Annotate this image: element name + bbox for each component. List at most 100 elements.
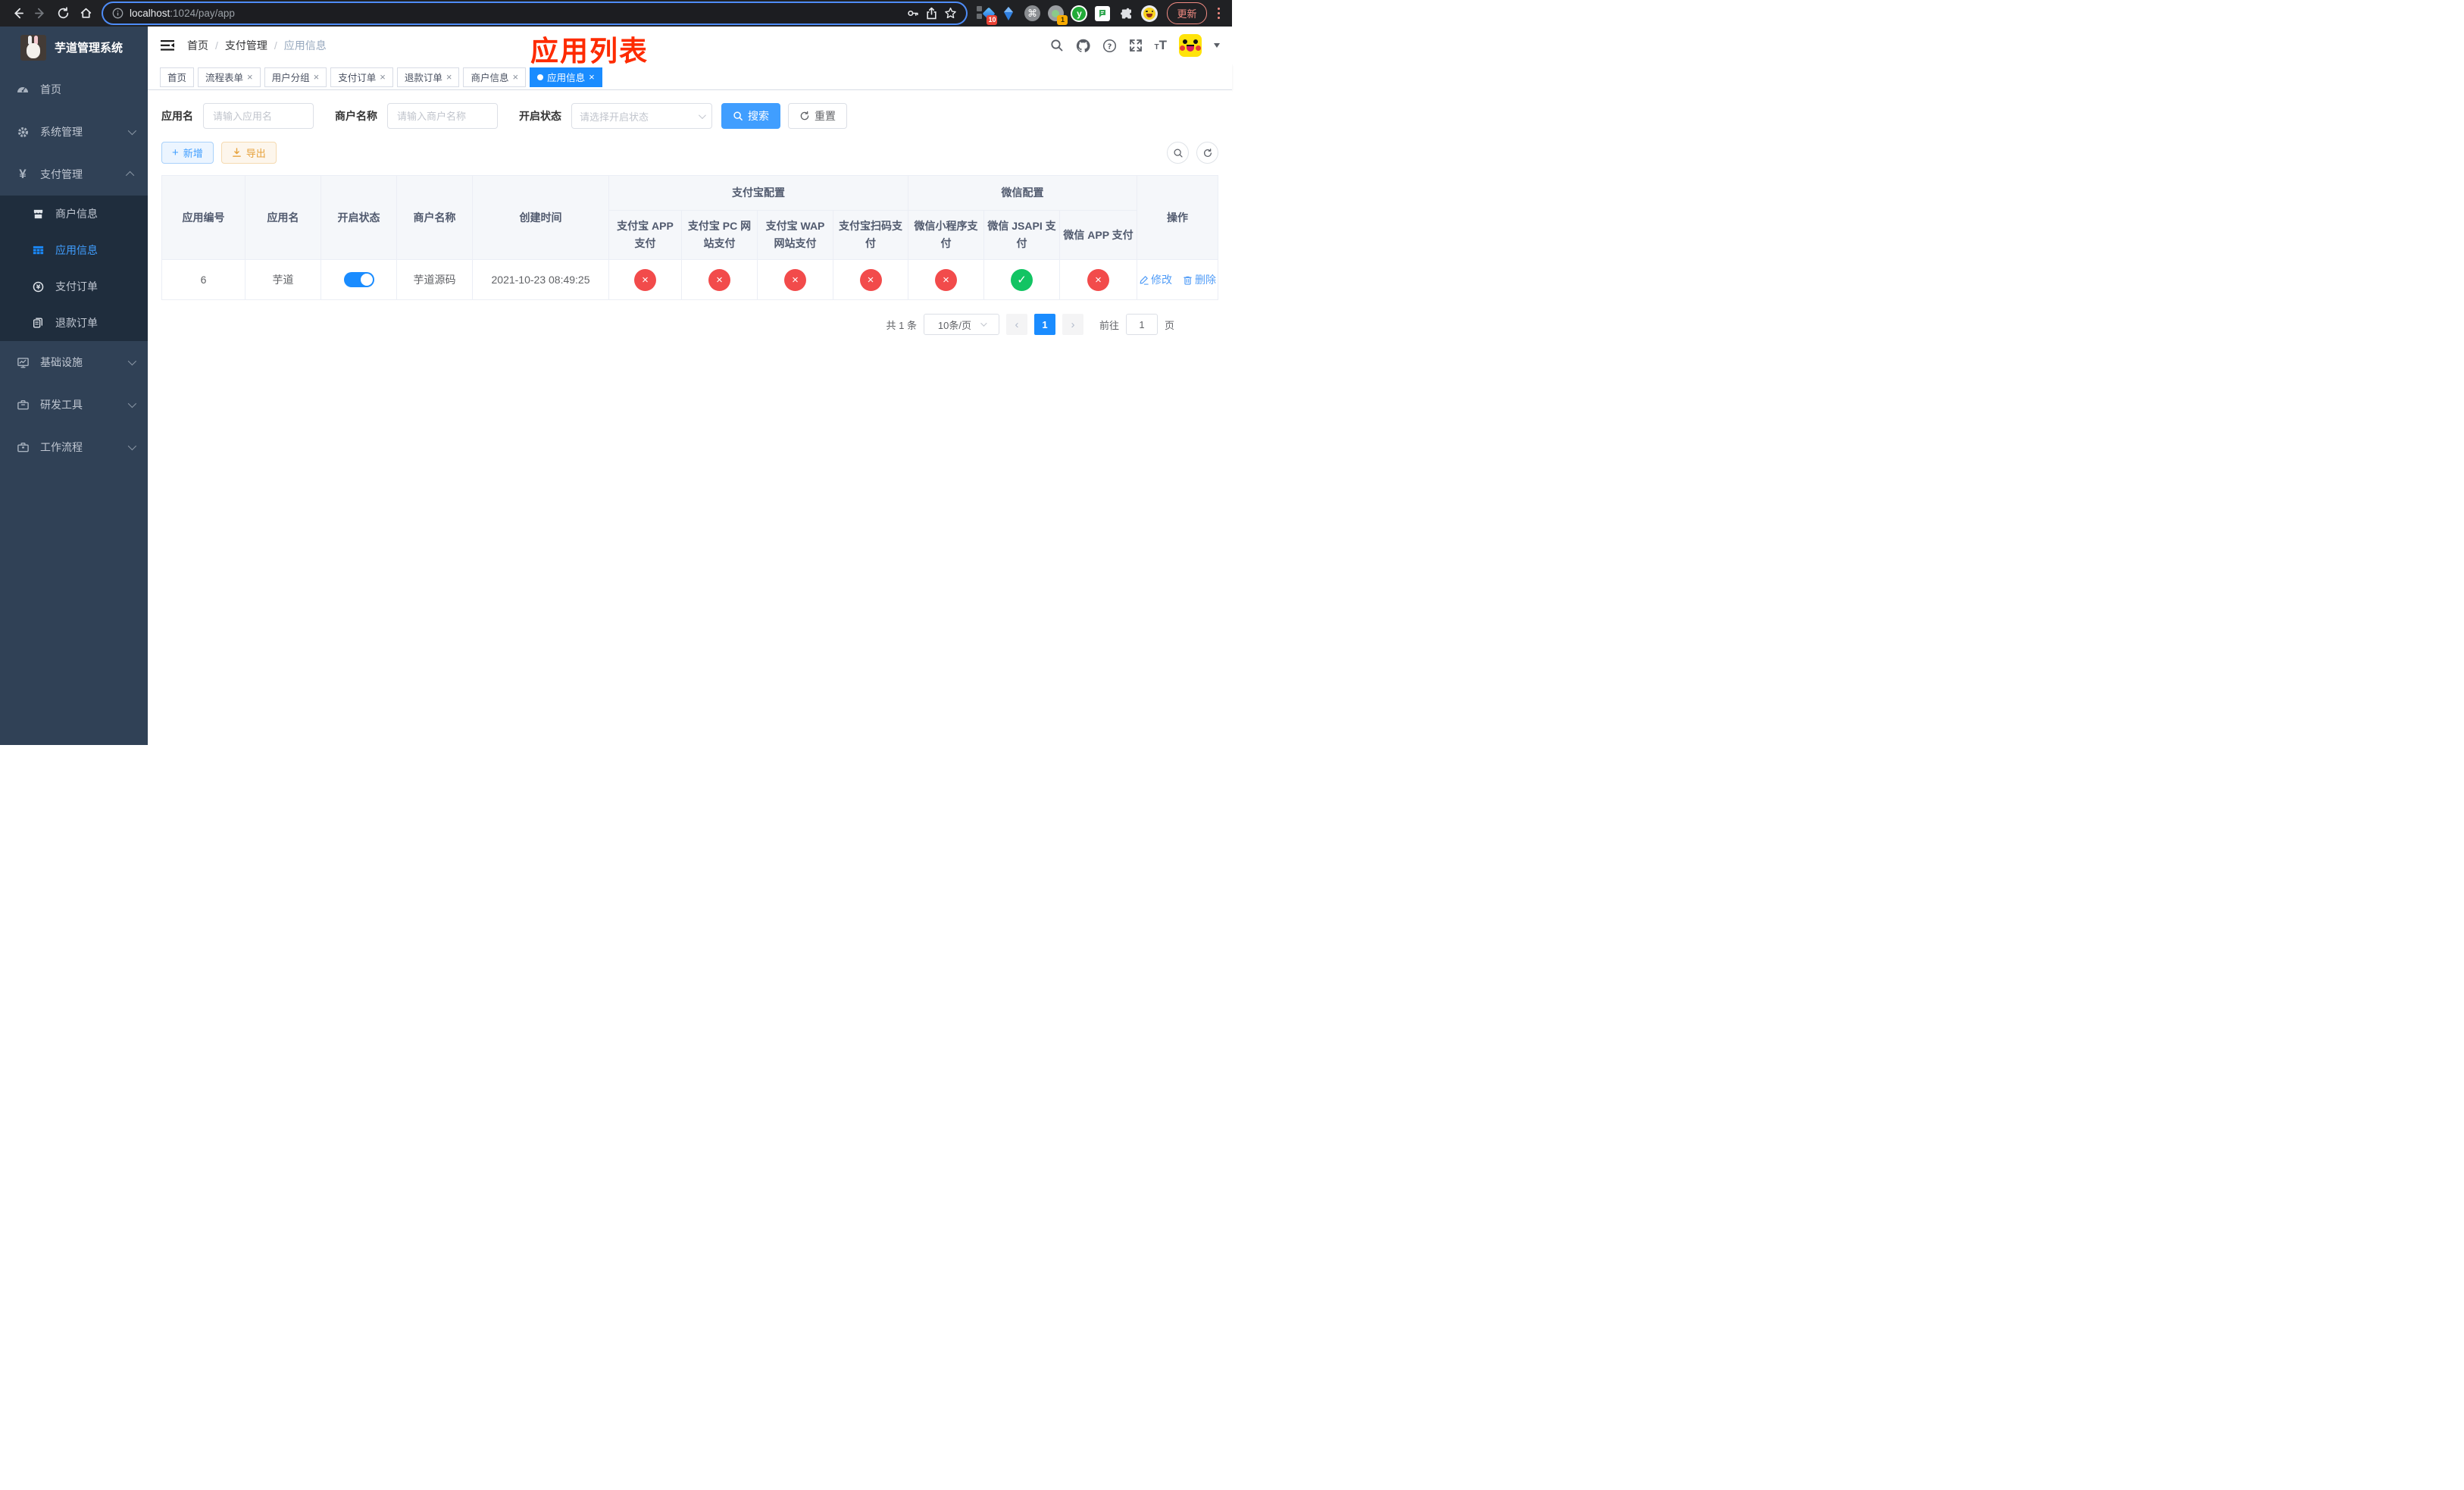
status-select[interactable]: 请选择开启状态: [571, 103, 712, 129]
breadcrumb-current: 应用信息: [283, 39, 327, 52]
browser-menu-icon[interactable]: [1212, 5, 1227, 23]
refresh-table-button[interactable]: [1196, 142, 1218, 164]
user-avatar[interactable]: [1179, 34, 1202, 57]
sidebar-item-refund-orders[interactable]: 退款订单: [0, 305, 148, 341]
password-key-icon[interactable]: [906, 7, 919, 20]
show-search-toggle-button[interactable]: [1167, 142, 1189, 164]
close-icon[interactable]: ×: [247, 72, 253, 82]
close-icon[interactable]: ×: [380, 72, 386, 82]
col-alipay-app: 支付宝 APP 支付: [608, 209, 682, 261]
bookmark-star-icon[interactable]: [944, 7, 957, 20]
sidebar-collapse-icon[interactable]: [160, 39, 175, 52]
sidebar-item-app-info[interactable]: 应用信息: [0, 232, 148, 268]
chevron-down-icon: [127, 356, 137, 366]
add-button[interactable]: + 新增: [161, 142, 214, 164]
extension-notes-icon[interactable]: [1094, 5, 1111, 22]
page-unit-label: 页: [1164, 319, 1174, 331]
goto-page-input[interactable]: [1125, 314, 1158, 336]
svg-text:¥: ¥: [36, 283, 40, 290]
app-name-input[interactable]: [203, 103, 314, 129]
tab-app-info[interactable]: 应用信息 ×: [530, 67, 602, 87]
browser-update-button[interactable]: 更新: [1167, 2, 1207, 24]
avatar-caret-icon[interactable]: [1214, 43, 1220, 48]
font-size-icon[interactable]: TT: [1155, 38, 1168, 53]
sidebar-item-dev-tools[interactable]: 研发工具: [0, 383, 148, 426]
app-logo-row[interactable]: 芋道管理系统: [0, 27, 148, 68]
site-info-icon[interactable]: [112, 8, 124, 19]
chevron-down-icon: [980, 320, 987, 327]
extension-y-icon[interactable]: y: [1071, 5, 1088, 22]
chevron-down-icon: [698, 111, 706, 119]
filter-form: 应用名 商户名称 开启状态 请选择开启状态 搜索 重置: [161, 103, 1218, 129]
browser-reload-button[interactable]: [52, 2, 74, 25]
reset-button[interactable]: 重置: [788, 103, 847, 129]
address-bar[interactable]: localhost:1024/pay/app: [103, 3, 967, 23]
breadcrumb-payment: 支付管理: [224, 39, 267, 52]
help-icon[interactable]: ?: [1102, 39, 1117, 53]
goto-label: 前往: [1099, 319, 1119, 331]
browser-home-button[interactable]: [74, 2, 97, 25]
close-icon[interactable]: ×: [314, 72, 320, 82]
export-button[interactable]: 导出: [220, 142, 277, 164]
current-page-button[interactable]: 1: [1033, 314, 1055, 336]
sidebar-item-pay-orders[interactable]: ¥ 支付订单: [0, 268, 148, 305]
header-search-icon[interactable]: [1050, 39, 1064, 52]
cell-merchant: 芋道源码: [396, 259, 473, 301]
breadcrumb-home[interactable]: 首页: [187, 38, 208, 53]
edit-button[interactable]: 修改: [1139, 272, 1172, 287]
delete-button[interactable]: 删除: [1183, 272, 1216, 287]
extension-command-icon[interactable]: ⌘: [1024, 5, 1040, 22]
top-navbar: 首页 / 支付管理 / 应用信息 应用列表 ? TT: [148, 27, 1232, 67]
sidebar-item-system[interactable]: 系统管理: [0, 111, 148, 153]
next-page-button[interactable]: ›: [1062, 314, 1083, 336]
tab-refund-orders[interactable]: 退款订单 ×: [396, 67, 460, 87]
svg-text:?: ?: [1107, 42, 1112, 51]
extension-tracker-icon[interactable]: 1: [1047, 5, 1068, 25]
sidebar: 芋道管理系统 首页 系统管理 ¥ 支付管理 商户信息 应用信息 ¥ 支付订单 退…: [0, 27, 148, 745]
col-wechat-app: 微信 APP 支付: [1058, 209, 1138, 261]
sidebar-item-label: 工作流程: [40, 441, 83, 453]
tab-process-form[interactable]: 流程表单 ×: [198, 67, 261, 87]
tab-home[interactable]: 首页: [160, 67, 195, 87]
browser-profile-avatar[interactable]: [1141, 5, 1159, 22]
col-app-name: 应用名: [245, 174, 321, 261]
sidebar-item-infrastructure[interactable]: 基础设施: [0, 341, 148, 383]
close-icon[interactable]: ×: [589, 72, 595, 82]
tab-user-group[interactable]: 用户分组 ×: [264, 67, 327, 87]
merchant-name-label: 商户名称: [335, 110, 377, 122]
toolbox-icon: [16, 399, 30, 412]
fullscreen-icon[interactable]: [1129, 39, 1143, 52]
app-name-label: 应用名: [161, 110, 193, 122]
browser-back-button[interactable]: [6, 2, 29, 25]
status-toggle[interactable]: [343, 272, 374, 288]
shop-icon: [31, 208, 45, 221]
sidebar-item-workflow[interactable]: 工作流程: [0, 426, 148, 468]
sidebar-item-label: 基础设施: [40, 356, 83, 368]
extensions-puzzle-icon[interactable]: [1118, 5, 1134, 22]
gear-icon: [16, 126, 30, 139]
monitor-chart-icon: [16, 356, 30, 369]
merchant-name-input[interactable]: [387, 103, 498, 129]
extension-blocks-icon[interactable]: 10: [977, 5, 998, 25]
prev-page-button[interactable]: ‹: [1005, 314, 1027, 336]
chevron-down-icon: [127, 441, 137, 451]
tab-pay-orders[interactable]: 支付订单 ×: [330, 67, 393, 87]
sidebar-item-payment[interactable]: ¥ 支付管理: [0, 153, 148, 196]
tab-merchant-info[interactable]: 商户信息 ×: [463, 67, 527, 87]
search-button[interactable]: 搜索: [721, 103, 780, 129]
close-icon[interactable]: ×: [512, 72, 518, 82]
browser-toolbar: localhost:1024/pay/app 10 ⌘ 1 y 更新: [0, 0, 1232, 27]
dashboard-icon: [16, 83, 30, 96]
browser-forward-button[interactable]: [29, 2, 52, 25]
sidebar-item-home[interactable]: 首页: [0, 68, 148, 111]
page-size-select[interactable]: 10条/页: [923, 314, 999, 336]
github-icon[interactable]: [1076, 39, 1090, 53]
close-icon[interactable]: ×: [446, 72, 452, 82]
table-toolbar: + 新增 导出: [161, 142, 1218, 164]
cell-operations: 修改 删除: [1137, 259, 1218, 301]
extension-gem-icon[interactable]: [1000, 5, 1017, 22]
sidebar-item-merchant-info[interactable]: 商户信息: [0, 196, 148, 232]
col-group-alipay: 支付宝配置: [608, 175, 908, 211]
payment-submenu: 商户信息 应用信息 ¥ 支付订单 退款订单: [0, 196, 148, 341]
share-icon[interactable]: [925, 7, 938, 20]
